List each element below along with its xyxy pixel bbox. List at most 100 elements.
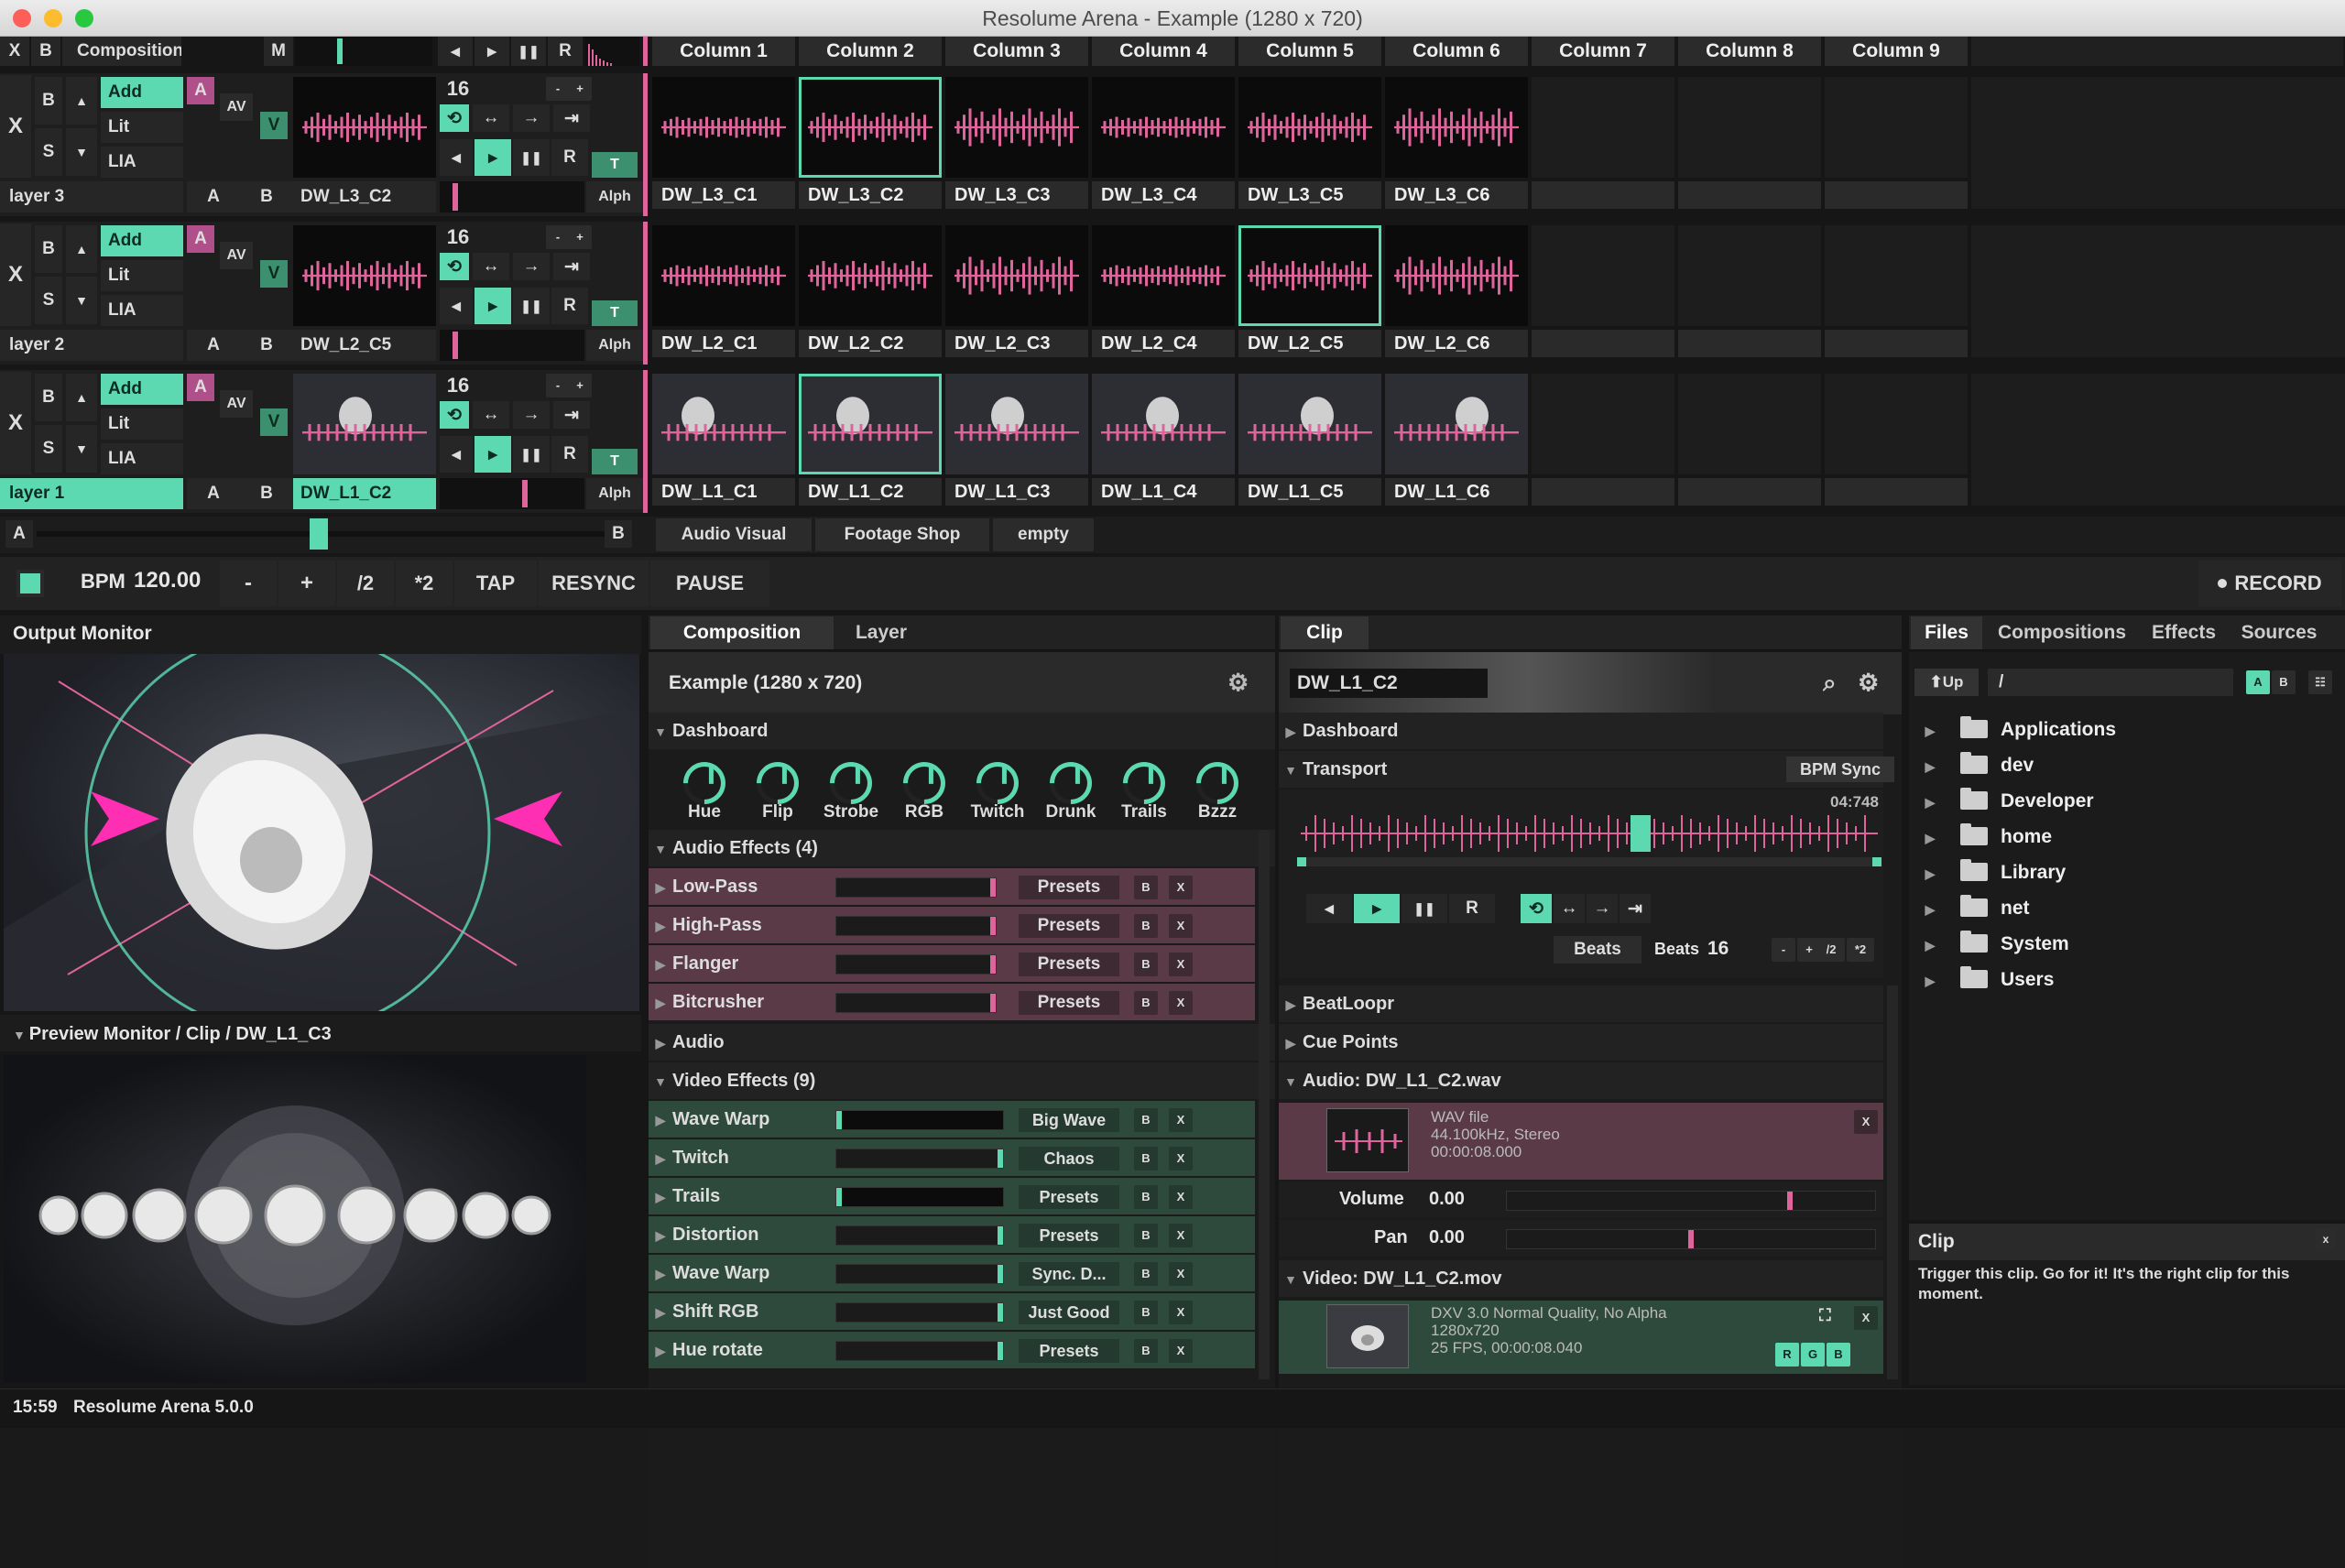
folder-applications[interactable]: ▶ Applications	[1918, 714, 2116, 746]
empty-clip-label[interactable]	[1825, 478, 1968, 506]
layer-1-loop-icon[interactable]: ⟲	[440, 401, 469, 429]
master-slider[interactable]	[295, 37, 432, 66]
layer-1-solo-button[interactable]: S	[35, 425, 62, 473]
layer-2-play-once-icon[interactable]: →	[513, 253, 550, 280]
layer-3-clear-button[interactable]: X	[0, 75, 31, 178]
clip-label[interactable]: DW_L1_C5	[1238, 478, 1381, 506]
layer-3-av-button[interactable]: AV	[220, 93, 253, 121]
column-header-5[interactable]: Column 5	[1238, 37, 1383, 66]
layer-2-bounce-icon[interactable]: ↔	[473, 253, 509, 280]
clip-scrollbar[interactable]	[1887, 985, 1898, 1379]
tab-layer[interactable]: Layer	[835, 616, 927, 649]
layer-2-move-down-icon[interactable]: ▼	[66, 277, 97, 324]
audio-section-header[interactable]: ▶ Audio	[649, 1024, 1275, 1061]
layer-3-name[interactable]: layer 3	[0, 181, 183, 212]
clip-thumbnail[interactable]	[1092, 77, 1235, 178]
empty-clip-label[interactable]	[1532, 330, 1674, 357]
composition-dashboard-header[interactable]: ▼ Dashboard	[649, 713, 1275, 749]
layer-3-crossfade-a[interactable]: A	[187, 181, 240, 212]
video-effect-presets-dropdown[interactable]: Presets	[1019, 1185, 1119, 1209]
audio-effect-presets-dropdown[interactable]: Presets	[1019, 991, 1119, 1015]
layer-1-bypass-button[interactable]: B	[35, 374, 62, 421]
layer-2-opacity-handle[interactable]	[453, 332, 458, 359]
layer-2-play-once-hold-icon[interactable]: ⇥	[553, 253, 590, 280]
clip-thumbnail[interactable]	[1385, 77, 1528, 178]
video-effect-slider[interactable]	[835, 1264, 1004, 1284]
clip-thumbnail[interactable]	[1092, 374, 1235, 474]
tab-compositions[interactable]: Compositions	[1986, 616, 2138, 649]
empty-clip-label[interactable]	[1678, 330, 1821, 357]
video-effect-presets-dropdown[interactable]: Chaos	[1019, 1147, 1119, 1171]
empty-clip-slot[interactable]	[1532, 374, 1674, 474]
layer-2-option-lia[interactable]: LIA	[101, 295, 183, 326]
empty-clip-slot[interactable]	[1532, 77, 1674, 178]
layer-1-pause-button[interactable]: ❚❚	[513, 436, 550, 473]
clip-thumbnail[interactable]	[1385, 225, 1528, 326]
clip-bounce-icon[interactable]: ↔	[1554, 894, 1585, 923]
output-monitor-view[interactable]	[4, 654, 639, 1011]
empty-clip-slot[interactable]	[1825, 225, 1968, 326]
beatloopr-header[interactable]: ▶ BeatLoopr	[1279, 985, 1883, 1022]
layer-1-crossfade-a[interactable]: A	[187, 478, 240, 509]
beats-mode-dropdown[interactable]: Beats	[1554, 936, 1642, 964]
empty-clip-slot[interactable]	[1678, 374, 1821, 474]
audio-effect-bypass-button[interactable]: B	[1134, 991, 1158, 1015]
comp-play-button[interactable]: ▸	[474, 37, 509, 66]
clip-search-icon[interactable]: ⌕	[1823, 669, 1837, 698]
pan-slider-handle[interactable]	[1688, 1230, 1694, 1248]
video-effect-slider[interactable]	[835, 1302, 1004, 1323]
audio-effects-header[interactable]: ▼ Audio Effects (4)	[649, 830, 1275, 866]
layer-1-clear-button[interactable]: X	[0, 372, 31, 474]
layer-3-a-button[interactable]: A	[187, 77, 214, 104]
volume-value[interactable]: 0.00	[1429, 1189, 1465, 1210]
audio-effect-slider[interactable]	[835, 877, 997, 898]
video-effect-slider[interactable]	[835, 1110, 1004, 1130]
audio-effect-slider[interactable]	[835, 954, 997, 975]
clip-thumbnail[interactable]	[799, 374, 942, 474]
empty-clip-label[interactable]	[1825, 181, 1968, 209]
layer-2-beats-plus[interactable]: +	[568, 225, 592, 249]
layer-1-play-once-icon[interactable]: →	[513, 401, 550, 429]
browser-a-button[interactable]: A	[2246, 670, 2270, 694]
folder-users[interactable]: ▶ Users	[1918, 964, 2054, 996]
video-effect-bypass-button[interactable]: B	[1134, 1224, 1158, 1247]
clip-thumbnail[interactable]	[1238, 225, 1381, 326]
beats-value[interactable]: 16	[1707, 938, 1729, 960]
folder-dev[interactable]: ▶ dev	[1918, 750, 2034, 781]
layer-1-move-up-icon[interactable]: ▲	[66, 374, 97, 421]
help-close-button[interactable]: x	[2316, 1229, 2336, 1249]
clip-label[interactable]: DW_L2_C4	[1092, 330, 1235, 357]
video-effect-slider[interactable]	[835, 1149, 1004, 1169]
column-header-6[interactable]: Column 6	[1385, 37, 1530, 66]
video-effect-remove-button[interactable]: X	[1169, 1108, 1193, 1132]
layer-3-v-button[interactable]: V	[260, 112, 288, 139]
bpm-decrease-button[interactable]: -	[220, 561, 277, 606]
video-effect-bypass-button[interactable]: B	[1134, 1262, 1158, 1286]
clip-playhead[interactable]	[1631, 815, 1651, 852]
tab-clip[interactable]: Clip	[1281, 616, 1369, 649]
audio-effect-remove-button[interactable]: X	[1169, 991, 1193, 1015]
layer-3-option-lia[interactable]: LIA	[101, 147, 183, 178]
channel-b-button[interactable]: B	[1827, 1343, 1850, 1367]
master-button[interactable]: M	[264, 37, 293, 66]
video-effect-presets-dropdown[interactable]: Just Good	[1019, 1301, 1119, 1324]
layer-1-a-button[interactable]: A	[187, 374, 214, 401]
clip-thumbnail[interactable]	[945, 374, 1088, 474]
layer-3-beats-value[interactable]: 16	[440, 77, 476, 101]
video-effect-slider-handle[interactable]	[998, 1226, 1003, 1245]
video-effect-bypass-button[interactable]: B	[1134, 1185, 1158, 1209]
clip-label[interactable]: DW_L3_C1	[652, 181, 795, 209]
folder-net[interactable]: ▶ net	[1918, 893, 2030, 924]
bpm-sync-dropdown[interactable]: BPM Sync	[1786, 757, 1894, 782]
comp-pause-button[interactable]: ❚❚	[511, 37, 546, 66]
video-file-remove-button[interactable]: X	[1854, 1306, 1878, 1330]
clip-range-out-handle[interactable]	[1872, 857, 1881, 866]
layer-2-name[interactable]: layer 2	[0, 330, 183, 361]
layer-3-restart-button[interactable]: R	[551, 139, 588, 176]
clip-thumbnail[interactable]	[652, 77, 795, 178]
video-effect-bypass-button[interactable]: B	[1134, 1301, 1158, 1324]
master-slider-handle[interactable]	[337, 38, 343, 64]
layer-2-prev-button[interactable]: ◂	[440, 288, 473, 324]
folder-home[interactable]: ▶ home	[1918, 822, 2052, 853]
layer-2-clear-button[interactable]: X	[0, 223, 31, 326]
